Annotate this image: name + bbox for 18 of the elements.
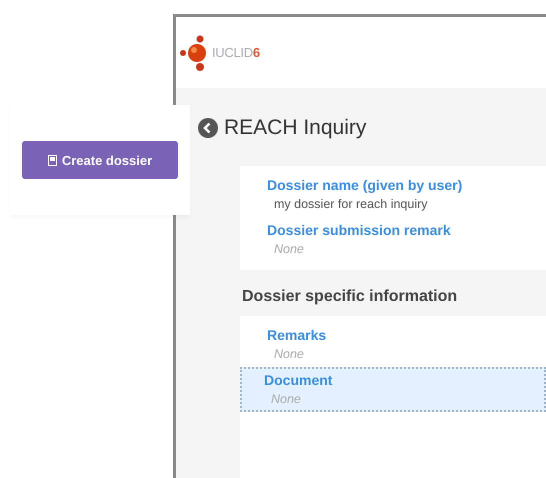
field-label: Remarks [267,327,328,343]
field-value: None [274,242,305,256]
field-value: my dossier for reach inquiry [274,197,429,211]
back-icon[interactable] [198,118,218,138]
logo-text: IUCLID6 [212,45,260,60]
document-icon [48,154,57,166]
field-value: None [274,347,305,361]
create-dossier-button[interactable]: Create dossier [22,141,178,179]
field-label: Dossier submission remark [267,222,452,238]
field-value: None [271,392,302,406]
page-title: REACH Inquiry [224,116,366,140]
field-label: Document [264,372,334,388]
form-field[interactable]: Document None [240,367,546,412]
form-field[interactable]: Remarks None [240,322,546,367]
form-field[interactable]: Dossier name (given by user) my dossier for reach inquiry [240,172,546,217]
form-field[interactable]: Dossier submission remark None [240,217,546,262]
section-heading: Dossier specific information [242,288,458,306]
field-label: Dossier name (given by user) [267,177,464,193]
